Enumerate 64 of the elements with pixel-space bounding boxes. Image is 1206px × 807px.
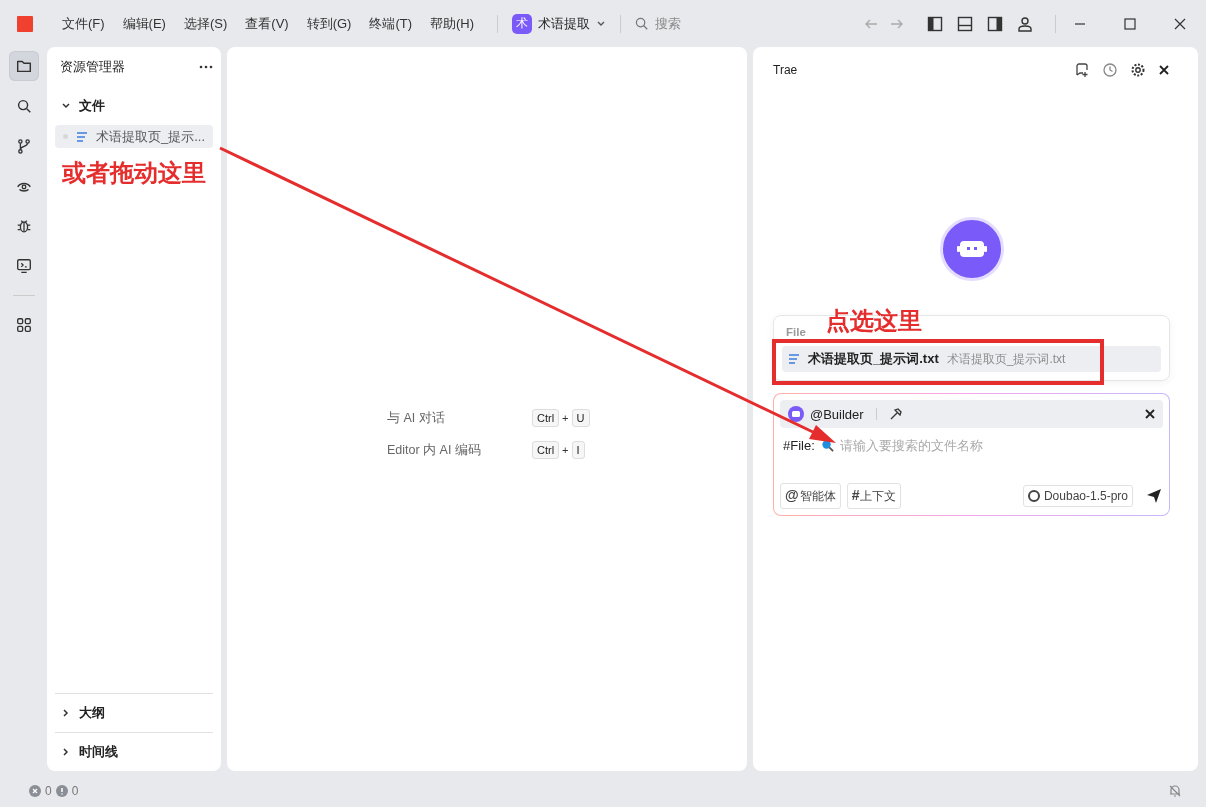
shortcut-label: 与 AI 对话 xyxy=(387,409,446,427)
more-icon[interactable] xyxy=(199,65,213,69)
annotation-label: 或者拖动这里 xyxy=(62,158,206,188)
menu-item[interactable]: 帮助(H) xyxy=(421,11,484,36)
close-icon[interactable] xyxy=(1158,64,1170,76)
error-icon[interactable] xyxy=(29,785,41,797)
menu-item[interactable]: 终端(T) xyxy=(360,11,422,36)
shortcut-label: Editor 内 AI 编码 xyxy=(387,441,482,459)
section-header[interactable]: 文件 xyxy=(79,97,105,115)
grid-icon xyxy=(14,316,33,334)
monitor-icon xyxy=(14,257,33,275)
text-file-icon xyxy=(76,130,88,143)
bottom-panel-icon[interactable] xyxy=(957,15,973,32)
user-icon[interactable] xyxy=(1017,15,1033,32)
keyboard-key: Ctrl xyxy=(532,409,560,427)
chat-input-box[interactable]: @Builder #File: 请输入要搜索的文件名称 @智能体 #上下文 Doubao-1.5-pro xyxy=(773,393,1170,516)
chevron-icon[interactable] xyxy=(61,747,71,757)
key-joiner: + xyxy=(562,444,569,456)
menu-item[interactable]: 选择(S) xyxy=(174,11,237,36)
context-chip[interactable]: @智能体 xyxy=(780,483,841,509)
project-badge: 术 xyxy=(512,13,533,34)
explorer-title: 资源管理器 xyxy=(60,58,125,76)
file-search-field[interactable]: 请输入要搜索的文件名称 xyxy=(839,438,1040,453)
project-name[interactable]: 术语提取 xyxy=(538,14,591,33)
key-joiner: + xyxy=(562,412,569,424)
file-suggestion[interactable]: 术语提取页_提示词.txt 术语提取页_提示词.txt xyxy=(782,346,1161,372)
agent-name: @Builder xyxy=(810,406,864,422)
muted-bell-icon[interactable] xyxy=(1168,784,1182,798)
file-tree-item[interactable]: 术语提取页_提示... xyxy=(55,125,213,148)
activity-bar-button[interactable] xyxy=(8,51,39,81)
robot-icon xyxy=(788,406,804,422)
warning-icon[interactable] xyxy=(55,785,68,797)
context-chip[interactable]: #上下文 xyxy=(846,483,902,509)
chevron-icon[interactable] xyxy=(61,101,71,111)
error-count[interactable]: 0 xyxy=(45,784,52,798)
panel-title: Trae xyxy=(773,63,798,77)
menu-item[interactable]: 文件(F) xyxy=(53,11,114,36)
settings-icon[interactable] xyxy=(1130,62,1146,78)
history-icon[interactable] xyxy=(1102,62,1118,78)
search-icon[interactable] xyxy=(635,16,650,31)
text-file-icon xyxy=(788,353,800,365)
menu-item[interactable]: 编辑(E) xyxy=(113,11,175,36)
model-selector[interactable]: Doubao-1.5-pro xyxy=(1022,485,1133,507)
send-icon[interactable] xyxy=(1145,487,1163,505)
annotation-label: 点选这里 xyxy=(826,306,922,336)
keyboard-key: I xyxy=(571,441,585,459)
app-logo-icon xyxy=(17,15,33,32)
warning-count[interactable]: 0 xyxy=(71,784,79,798)
typed-prefix: #File: xyxy=(783,438,815,453)
hammer-icon[interactable] xyxy=(888,407,903,421)
section-header[interactable]: 时间线 xyxy=(79,743,118,761)
model-logo-icon xyxy=(1027,490,1040,502)
keyboard-key: Ctrl xyxy=(532,441,560,459)
section-header[interactable]: 大纲 xyxy=(79,704,105,722)
keyboard-key: U xyxy=(571,409,590,427)
menu-item[interactable]: 转到(G) xyxy=(297,11,361,36)
search-icon xyxy=(820,439,834,452)
right-panel-icon[interactable] xyxy=(987,15,1003,32)
popup-heading: File xyxy=(785,326,807,340)
menu-item[interactable]: 查看(V) xyxy=(236,11,298,36)
left-panel-icon[interactable] xyxy=(927,15,943,32)
close-icon[interactable] xyxy=(1145,409,1155,419)
new-chat-icon[interactable] xyxy=(1074,62,1090,78)
chevron-icon[interactable] xyxy=(61,708,71,718)
